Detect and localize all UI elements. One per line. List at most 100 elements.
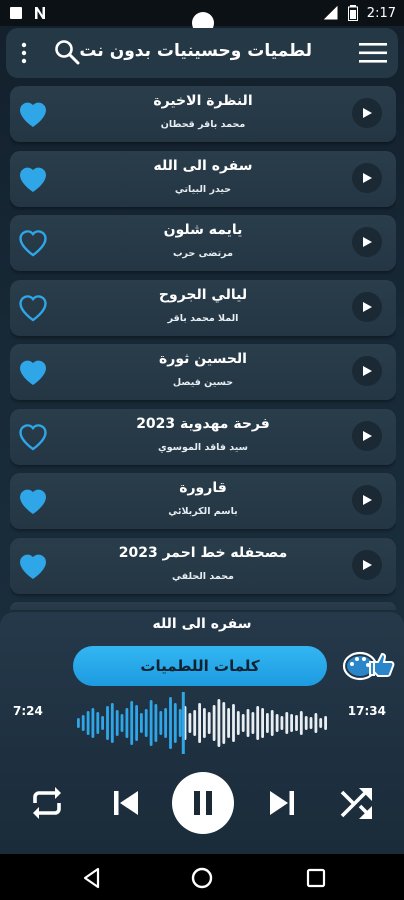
waveform-bar [304, 716, 308, 730]
repeat-icon[interactable] [26, 782, 68, 824]
play-icon[interactable] [352, 485, 382, 515]
waveform-bar [266, 713, 269, 733]
song-row[interactable]: يايمه شلون مرتضى حرب [10, 215, 396, 271]
signal-icon [323, 5, 339, 21]
heart-filled-icon[interactable] [16, 161, 50, 195]
song-artist: سيد فاقد الموسوي [158, 442, 248, 453]
play-icon[interactable] [352, 292, 382, 322]
n-notification-icon [32, 5, 48, 21]
waveform-bar [212, 705, 216, 741]
waveform-bar [140, 713, 143, 733]
song-list[interactable]: النظرة الاخيرة محمد باقر قحطان سفره الى ال… [10, 86, 396, 610]
waveform-bar [91, 708, 95, 738]
song-row[interactable]: مصحفله خط احمر 2023 محمد الحلفي [10, 538, 396, 594]
play-icon[interactable] [352, 550, 382, 580]
waveform-bar [217, 699, 221, 747]
song-row[interactable]: سفره الى الله حيدر البياتي [10, 151, 396, 207]
waveform-bar [251, 712, 255, 734]
play-icon[interactable] [352, 163, 382, 193]
heart-outline-icon[interactable] [16, 290, 50, 324]
song-row[interactable]: فرحة مهدوية 2023 سيد فاقد الموسوي [10, 409, 396, 465]
play-icon[interactable] [352, 227, 382, 257]
waveform-bar [299, 711, 303, 735]
song-title: يايمه شلون [163, 222, 243, 238]
skip-previous-icon[interactable] [106, 782, 146, 824]
heart-outline-icon[interactable] [16, 419, 50, 453]
waveform-bar [77, 718, 80, 728]
song-artist: الملا محمد باقر [167, 313, 239, 324]
back-triangle-icon[interactable] [80, 866, 104, 890]
heart-filled-icon[interactable] [16, 483, 50, 517]
song-title: النظرة الاخيرة [153, 93, 253, 109]
waveform-bar [246, 709, 250, 737]
waveform-bar [115, 710, 119, 736]
lyrics-button[interactable]: كلمات اللطميات [73, 646, 327, 686]
system-nav-bar [0, 854, 404, 900]
waveform-bar [275, 714, 279, 732]
status-time: 2:17 [366, 5, 396, 21]
waveform-bar [222, 702, 226, 744]
song-artist: محمد باقر قحطان [160, 119, 246, 130]
skip-next-icon[interactable] [262, 782, 302, 824]
waveform-bar [154, 704, 158, 742]
song-row[interactable]: النظرة الاخيرة محمد باقر قحطان [10, 86, 396, 142]
heart-outline-icon[interactable] [16, 225, 50, 259]
waveform-seekbar[interactable] [76, 692, 328, 754]
recents-square-icon[interactable] [304, 866, 328, 890]
song-artist: مرتضى حرب [173, 248, 233, 259]
play-icon[interactable] [352, 356, 382, 386]
song-artist: محمد الحلفي [172, 571, 234, 582]
waveform-bar [144, 709, 148, 737]
heart-filled-icon[interactable] [16, 96, 50, 130]
waveform-bar [169, 697, 172, 749]
song-row[interactable]: ليالي الجروح الملا محمد باقر [10, 280, 396, 336]
waveform-bar [130, 701, 134, 745]
home-circle-icon[interactable] [190, 866, 214, 890]
search-icon[interactable] [54, 39, 80, 65]
waveform-bar [164, 708, 167, 738]
elapsed-time: 7:24 [13, 704, 43, 718]
now-playing-title: سفره الى الله [152, 616, 252, 632]
heart-filled-icon[interactable] [16, 548, 50, 582]
song-title: الحسين ثورة [159, 351, 247, 367]
waveform-bar [193, 710, 197, 736]
shuffle-icon[interactable] [336, 782, 378, 824]
pause-icon[interactable] [172, 772, 234, 834]
play-icon[interactable] [352, 421, 382, 451]
song-row-partial [10, 602, 396, 610]
song-title: مصحفله خط احمر 2023 [118, 545, 288, 561]
waveform-bar [232, 704, 235, 742]
song-row[interactable]: الحسين ثورة حسين فيصل [10, 344, 396, 400]
total-duration: 17:34 [347, 704, 386, 718]
waveform-bar [309, 717, 313, 729]
waveform-bar [120, 714, 124, 732]
waveform-bar [319, 718, 323, 728]
waveform-bar [207, 712, 211, 734]
song-row[interactable]: قارورة باسم الكربلائي [10, 473, 396, 529]
waveform-bar [256, 706, 260, 740]
waveform-bar [227, 708, 230, 738]
palette-thumbs-up-icon[interactable] [340, 642, 398, 688]
waveform-bar [159, 711, 163, 735]
waveform-bar [125, 708, 129, 738]
song-title: فرحة مهدوية 2023 [136, 416, 270, 432]
waveform-bar [285, 712, 289, 734]
hamburger-menu-icon[interactable] [358, 40, 388, 66]
more-vertical-icon[interactable] [20, 41, 28, 65]
play-icon[interactable] [352, 98, 382, 128]
app-title: لطميات وحسينيات بدون نت [79, 41, 312, 61]
waveform-bar [241, 714, 245, 732]
waveform-bar [290, 714, 293, 732]
seek-cursor[interactable] [181, 692, 185, 754]
waveform-bar [280, 716, 284, 730]
playback-controls [0, 768, 404, 838]
battery-icon [345, 5, 361, 21]
heart-filled-icon[interactable] [16, 354, 50, 388]
waveform-bar [270, 710, 274, 736]
player-panel: سفره الى الله كلمات اللطميات 7:24 17:34 [0, 612, 404, 854]
song-title: ليالي الجروح [158, 287, 248, 303]
waveform-bar [173, 703, 177, 743]
waveform-bar [295, 715, 298, 731]
waveform-bar [106, 706, 109, 740]
waveform-bar [149, 700, 153, 746]
